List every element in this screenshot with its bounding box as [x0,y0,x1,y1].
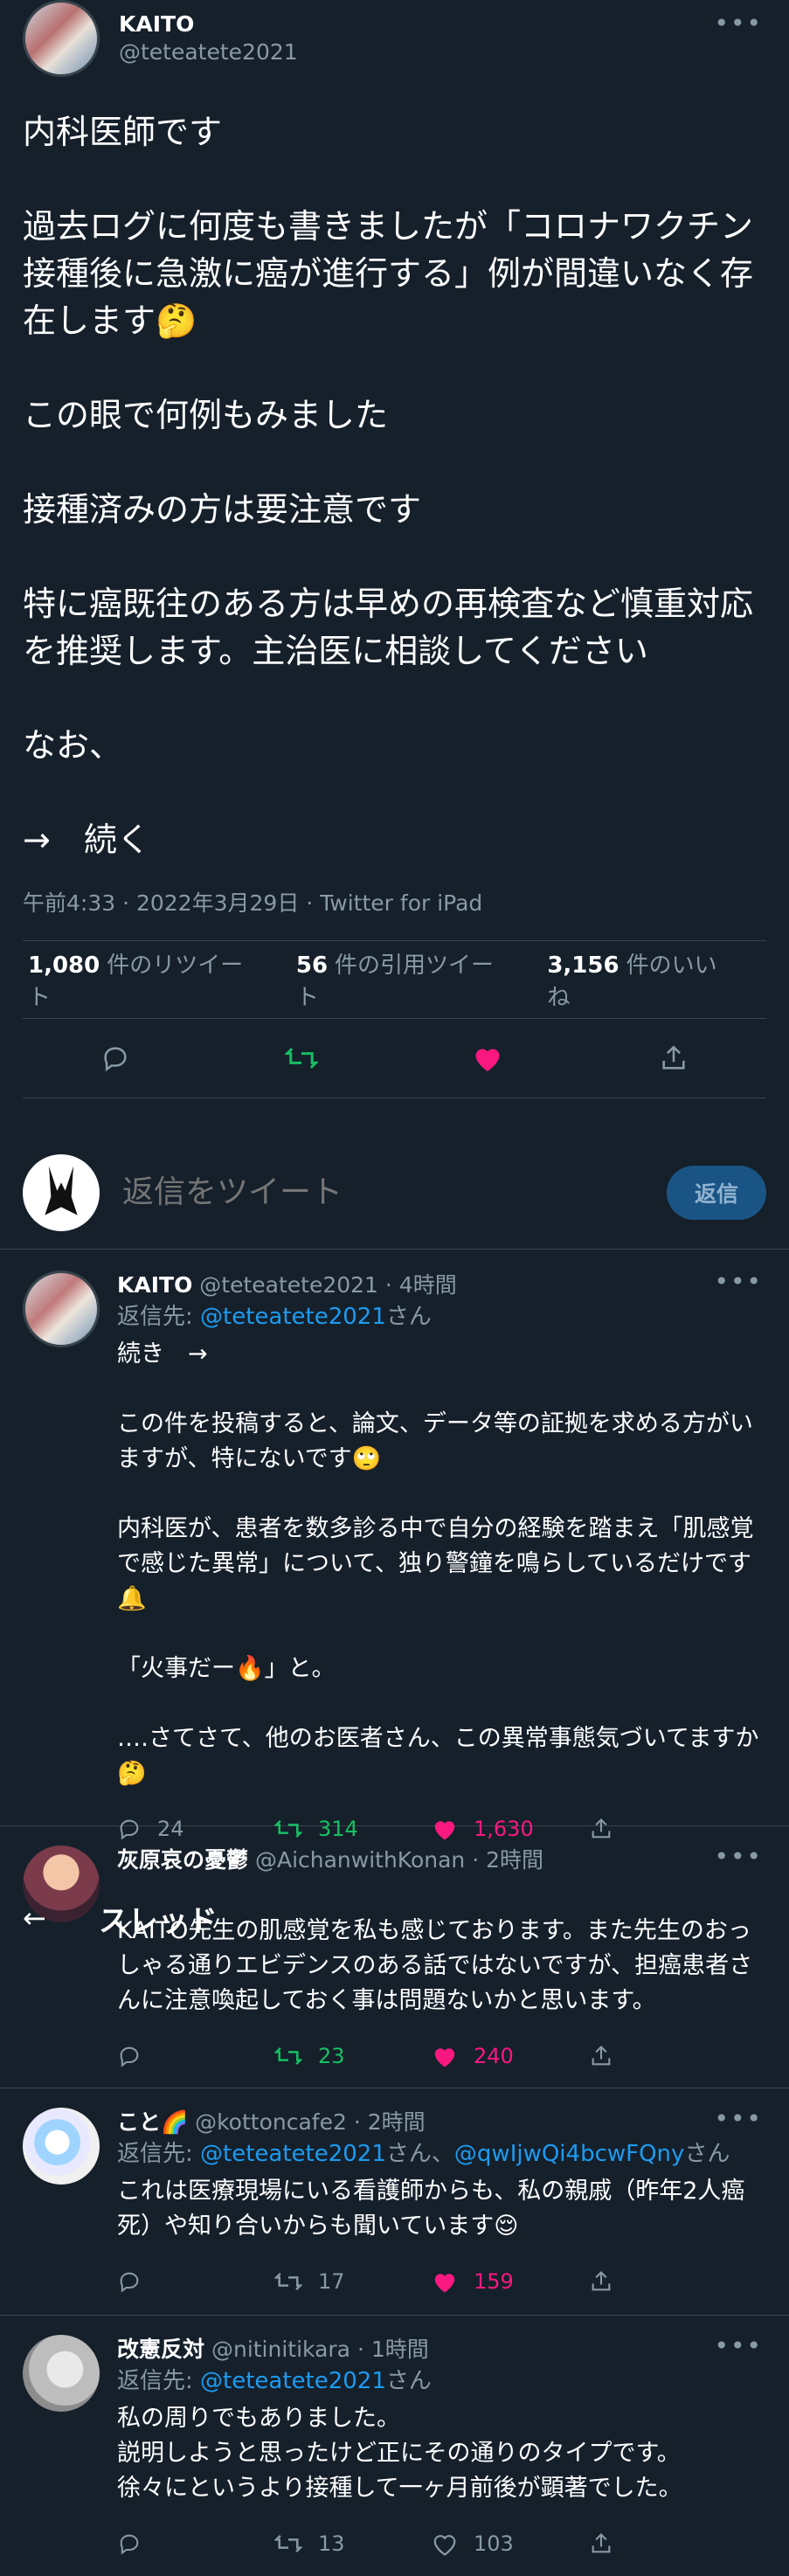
author-handle[interactable]: @kottoncafe2 [195,2109,347,2135]
reply-button[interactable]: 返信 [667,1165,766,1220]
mention-link[interactable]: @teteatete2021 [200,1304,386,1330]
reply-icon[interactable] [117,2044,274,2068]
mention-link[interactable]: @qwIjwQi4bcwFQny [454,2141,685,2167]
more-icon[interactable]: ••• [714,1842,763,1871]
reply-to-line: 返信先: @teteatete2021さん、@qwIjwQi4bcwFQnyさん [117,2141,730,2167]
reply-actions: 23 240 [117,2025,766,2087]
reply-composer: 返信 [0,1136,789,1250]
author-handle[interactable]: @nitinitikara [211,2337,350,2362]
retweet-count[interactable]: 1,080 件のリツイート [28,947,258,1012]
more-icon[interactable]: ••• [714,1267,763,1296]
quote-count[interactable]: 56 件の引用ツイート [296,947,509,1012]
like-icon[interactable] [470,1041,505,1076]
like-icon[interactable]: 159 [432,2269,589,2294]
tweet-time[interactable]: · 4時間 [385,1272,457,1298]
more-icon[interactable]: ••• [714,2331,763,2360]
reply-tweet[interactable]: 灰原哀の憂鬱 @AichanwithKonan · 2時間 KAITO先生の肌感… [0,1826,789,2088]
author-handle[interactable]: @AichanwithKonan [255,1847,465,1873]
avatar[interactable] [23,0,100,77]
reply-text: これは医療現場にいる看護師からも、私の親戚（昨年2人癌死）や知り合いからも聞いて… [117,2178,745,2240]
avatar[interactable] [23,2335,100,2412]
thread-header: ← スレッド [0,1894,789,1942]
mention-link[interactable]: @teteatete2021 [200,2368,386,2394]
author-name[interactable]: こと🌈 [117,2109,188,2135]
avatar[interactable] [23,1271,100,1347]
reply-input[interactable] [122,1174,667,1210]
share-icon[interactable] [589,2269,746,2294]
author-name[interactable]: KAITO [117,1272,192,1298]
retweet-icon[interactable]: 17 [274,2269,432,2294]
reply-actions: 13 103 [117,2513,766,2574]
reply-tweet[interactable]: こと🌈 @kottoncafe2 · 2時間 返信先: @teteatete20… [0,2088,789,2316]
reply-icon[interactable] [117,2531,274,2556]
author-name[interactable]: 灰原哀の憂鬱 [117,1847,248,1873]
share-icon[interactable] [589,2531,746,2556]
reply-text: 続き → この件を投稿すると、論文、データ等の証拠を求める方がいますが、特にない… [117,1340,759,1787]
avatar[interactable] [23,2108,100,2185]
reply-to-line: 返信先: @teteatete2021さん [117,1304,432,1330]
like-icon[interactable]: 103 [432,2531,589,2556]
like-count[interactable]: 3,156 件のいいね [547,947,733,1012]
tweet-time[interactable]: · 2時間 [472,1847,543,1873]
reply-actions: 17 159 [117,2251,766,2312]
main-tweet: KAITO @teteatete2021 ••• 内科医師です 過去ログに何度も… [0,0,789,1098]
retweet-icon[interactable] [284,1041,319,1076]
more-icon[interactable]: ••• [714,2104,763,2133]
mention-link[interactable]: @teteatete2021 [200,2141,386,2167]
reply-icon[interactable] [98,1041,133,1076]
retweet-icon[interactable]: 23 [274,2044,432,2068]
reply-tweet[interactable]: 改憲反対 @nitinitikara · 1時間 返信先: @teteatete… [0,2316,789,2576]
reply-tweet[interactable]: KAITO @teteatete2021 · 4時間 返信先: @teteate… [0,1251,789,1841]
reply-text: 私の周りでもありました。 説明しようと思ったけど正にその通りのタイプです。 徐々… [117,2405,682,2502]
more-icon[interactable]: ••• [714,9,763,38]
tweet-actions [23,1019,766,1098]
back-arrow-icon[interactable]: ← [23,1901,46,1935]
retweet-icon[interactable]: 13 [274,2531,432,2556]
reply-to-line: 返信先: @teteatete2021さん [117,2368,432,2394]
like-icon[interactable]: 240 [432,2044,589,2068]
share-icon[interactable] [589,2044,746,2068]
author-handle[interactable]: @teteatete2021 [119,38,298,66]
share-icon[interactable] [656,1041,691,1076]
tweet-time[interactable]: · 1時間 [357,2337,429,2362]
my-avatar[interactable] [23,1153,100,1231]
thread-title: スレッド [98,1903,218,1939]
author-handle[interactable]: @teteatete2021 [199,1272,378,1298]
tweet-stats: 1,080 件のリツイート 56 件の引用ツイート 3,156 件のいいね [23,941,766,1018]
tweet-text: 内科医師です 過去ログに何度も書きましたが「コロナワクチン接種後に急激に癌が進行… [23,113,754,859]
author-name[interactable]: 改憲反対 [117,2337,204,2362]
main-tweet-header: KAITO @teteatete2021 ••• [23,0,766,77]
author-name[interactable]: KAITO [119,10,298,38]
reply-icon[interactable] [117,2269,274,2294]
tweet-timestamp[interactable]: 午前4:33 · 2022年3月29日 · Twitter for iPad [23,886,766,918]
tweet-time[interactable]: · 2時間 [354,2109,426,2135]
